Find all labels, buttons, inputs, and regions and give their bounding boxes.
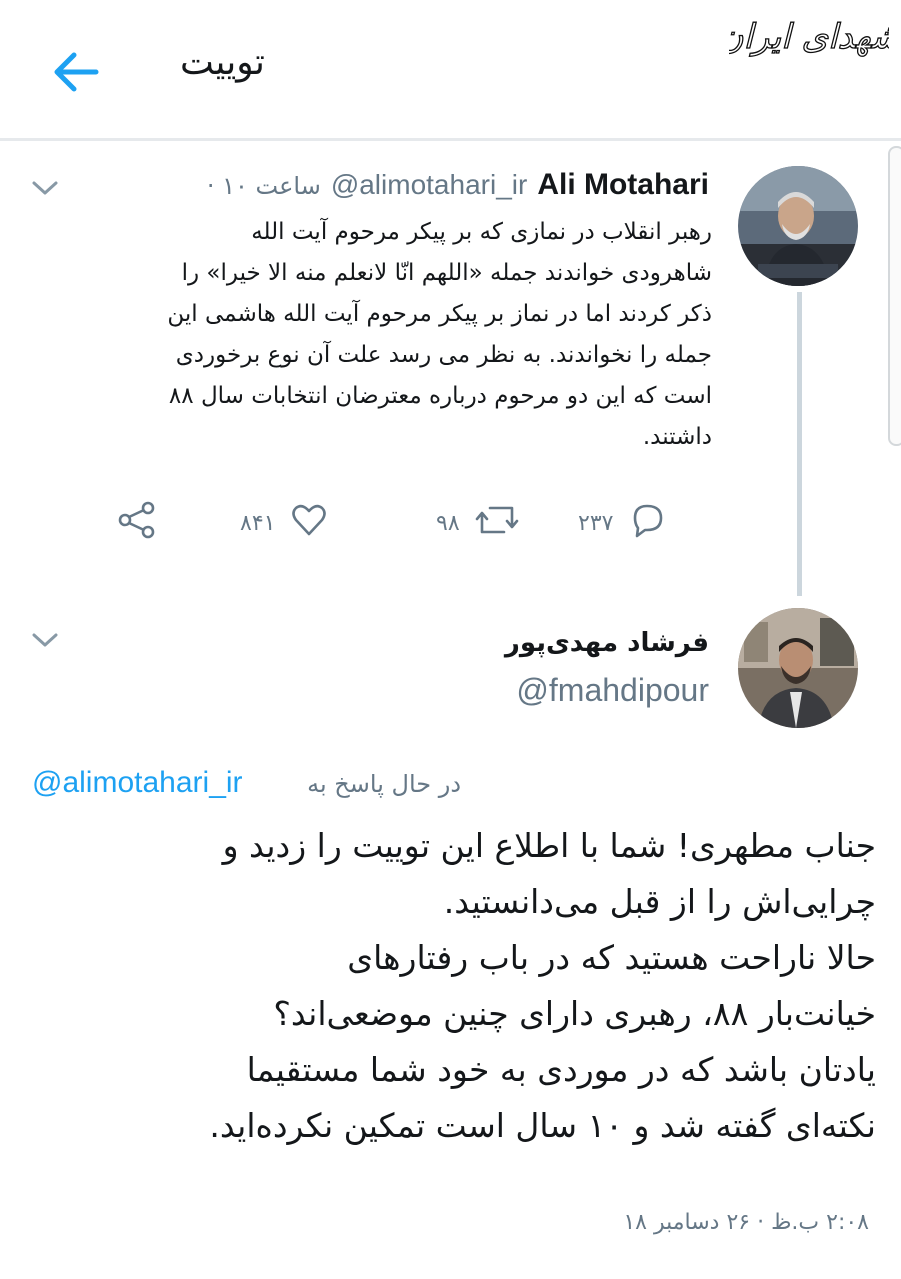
tweet-actions: ۲۳۷ ۹۸ ۸۴۱ — [0, 498, 740, 548]
avatar[interactable] — [738, 166, 858, 286]
tweet-text-line: داشتند. — [642, 424, 712, 450]
reply-author-name[interactable]: فرشاد مهدی‌پور — [505, 628, 709, 658]
reply-text-line: حالا ناراحت هستید که در باب رفتارهای — [347, 938, 876, 977]
reply-button[interactable]: ۲۳۷ — [578, 498, 667, 548]
retweet-count: ۹۸ — [436, 510, 460, 536]
reply-text-line: چرایی‌اش را از قبل می‌دانستید. — [443, 882, 876, 921]
chevron-down-icon[interactable] — [30, 178, 60, 198]
tweet-time: · ۱۰ ساعت — [206, 172, 321, 200]
replying-to-label: در حال پاسخ به — [307, 770, 461, 798]
retweet-button[interactable]: ۹۸ — [436, 498, 520, 548]
share-button[interactable] — [116, 498, 158, 548]
watermark-logo: شهدای ایران — [718, 6, 901, 68]
tweet-text-line: رهبر انقلاب در نمازی که بر پیکر مرحوم آی… — [251, 219, 712, 245]
reply-timestamp: ۲:۰۸ ب.ظ · ۲۶ دسامبر ۱۸ — [623, 1210, 869, 1235]
reply-text: جناب مطهری! شما با اطلاع این توییت را زد… — [36, 818, 876, 1154]
reply-text-line: نکته‌ای گفته شد و ۱۰ سال است تمکین نکرده… — [209, 1106, 876, 1145]
scrollbar[interactable] — [888, 146, 901, 446]
retweet-icon — [474, 500, 520, 546]
thread-line — [797, 292, 802, 596]
tweet-text-line: شاهرودی خواندند جمله «اللهم انّا لانعلم … — [181, 260, 712, 286]
back-arrow-icon[interactable] — [50, 46, 102, 98]
like-button[interactable]: ۸۴۱ — [240, 498, 329, 548]
heart-icon — [289, 500, 329, 546]
reply-text-line: خیانت‌بار ۸۸، رهبری دارای چنین موضعی‌اند… — [273, 994, 876, 1033]
tweet-text: رهبر انقلاب در نمازی که بر پیکر مرحوم آی… — [30, 212, 712, 458]
tweet-text-line: جمله را نخواندند. به نظر می رسد علت آن ن… — [175, 342, 712, 368]
top-bar: توییت شهدای ایران — [0, 0, 901, 141]
replying-to-handle[interactable]: @alimotahari_ir — [32, 766, 243, 800]
like-count: ۸۴۱ — [240, 510, 276, 536]
reply-author-handle[interactable]: @fmahdipour — [516, 672, 709, 709]
tweet-text-line: است که این دو مرحوم درباره معترضان انتخا… — [168, 383, 712, 409]
page-title: توییت — [180, 42, 265, 83]
chevron-down-icon[interactable] — [30, 630, 60, 650]
reply-text-line: جناب مطهری! شما با اطلاع این توییت را زد… — [222, 826, 876, 865]
reply-count: ۲۳۷ — [578, 510, 614, 536]
share-icon — [116, 499, 158, 547]
tweet-text-line: ذکر کردند اما در نماز بر پیکر مرحوم آیت … — [167, 301, 712, 327]
author-handle[interactable]: @alimotahari_ir — [331, 169, 528, 201]
author-name[interactable]: Ali Motahari — [537, 168, 709, 202]
avatar[interactable] — [738, 608, 858, 728]
reply-icon — [627, 500, 667, 546]
svg-text:شهدای ایران: شهدای ایران — [729, 17, 889, 57]
reply-text-line: یادتان باشد که در موردی به خود شما مستقی… — [246, 1050, 876, 1089]
tweet-header: · ۱۰ ساعت @alimotahari_ir Ali Motahari — [207, 168, 709, 208]
